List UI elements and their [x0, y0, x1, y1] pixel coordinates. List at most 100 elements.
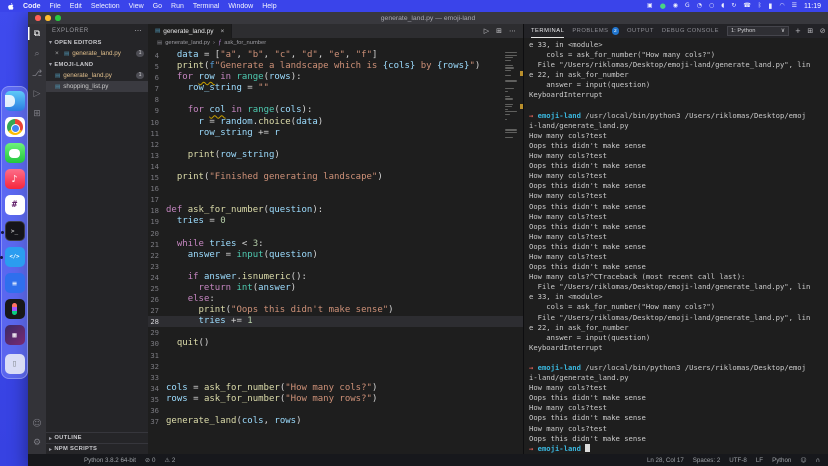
menu-selection[interactable]: Selection — [91, 3, 120, 10]
code-line[interactable]: 16 — [148, 183, 523, 194]
code-line[interactable]: 12 — [148, 139, 523, 150]
clock[interactable]: 11:19 — [804, 3, 821, 10]
code-line[interactable]: 10 r = random.choice(data) — [148, 117, 523, 128]
tab-generate-land[interactable]: ▤ generate_land.py × — [148, 24, 232, 38]
terminal-output[interactable]: e 33, in <module> cols = ask_for_number(… — [524, 38, 828, 454]
record-green-icon[interactable]: ● — [660, 3, 666, 10]
code-line[interactable]: 29 — [148, 327, 523, 338]
search-icon[interactable]: ⌕ — [28, 47, 46, 60]
code-line[interactable]: 15 print("Finished generating landscape"… — [148, 172, 523, 183]
dock-pages[interactable] — [5, 273, 25, 293]
code-line[interactable]: 31 — [148, 350, 523, 361]
spotlight-icon[interactable]: ○ — [709, 3, 714, 9]
statusbar-python-interpreter[interactable]: Python 3.8.2 64-bit — [84, 457, 136, 464]
split-terminal-icon[interactable]: ⊞ — [807, 27, 813, 35]
dock-terminal[interactable] — [5, 221, 25, 241]
file-generate-land-py[interactable]: ×▤generate_land.py1 — [46, 48, 148, 59]
code-line[interactable]: 17 — [148, 194, 523, 205]
code-line[interactable]: 7 row_string = "" — [148, 83, 523, 94]
menu-help[interactable]: Help — [262, 3, 276, 10]
code-line[interactable]: 26 else: — [148, 294, 523, 305]
panel-tab-debug-console[interactable]: DEBUG CONSOLE — [662, 24, 719, 38]
code-line[interactable]: 20 — [148, 228, 523, 239]
code-line[interactable]: 33 — [148, 372, 523, 383]
bluetooth-icon[interactable]: ᛒ — [758, 3, 762, 9]
code-line[interactable]: 25 return int(answer) — [148, 283, 523, 294]
panel-tab-terminal[interactable]: TERMINAL — [531, 24, 564, 38]
code-line[interactable]: 23 — [148, 261, 523, 272]
section-outline[interactable]: ▸OUTLINE — [46, 432, 148, 443]
sync-icon[interactable]: ↻ — [731, 3, 736, 9]
account-icon[interactable]: ☺ — [28, 417, 46, 430]
battery-icon[interactable]: ▮ — [769, 3, 773, 10]
users-icon[interactable]: ◔ — [697, 3, 702, 9]
menu-window[interactable]: Window — [228, 3, 253, 10]
code-line[interactable]: 28 tries += 1 — [148, 316, 523, 327]
dock-chrome[interactable] — [5, 117, 25, 137]
close-window-button[interactable] — [35, 15, 41, 21]
minimize-window-button[interactable] — [45, 15, 51, 21]
code-line[interactable]: 11 row_string += r — [148, 128, 523, 139]
zoom-window-button[interactable] — [55, 15, 61, 21]
code-line[interactable]: 37generate_land(cols, rows) — [148, 416, 523, 427]
breadcrumb[interactable]: ▤ generate_land.py › ƒ ask_for_number — [148, 38, 523, 48]
google-icon[interactable]: G — [685, 3, 690, 9]
settings-icon[interactable]: ⚙ — [28, 436, 46, 449]
code-line[interactable]: 18def ask_for_number(question): — [148, 205, 523, 216]
file-shopping-list-py[interactable]: ▤shopping_list.py — [46, 81, 148, 92]
code-line[interactable]: 5 print(f"Generate a landscape which is … — [148, 61, 523, 72]
menu-run[interactable]: Run — [171, 3, 184, 10]
code-line[interactable]: 21 while tries < 3: — [148, 239, 523, 250]
statusbar-notifications[interactable]: ∩ — [816, 457, 820, 464]
dock-music[interactable] — [5, 169, 25, 189]
run-debug-icon[interactable]: ▷ — [28, 87, 46, 100]
code-line[interactable]: 14 — [148, 161, 523, 172]
code-line[interactable]: 13 print(row_string) — [148, 150, 523, 161]
menu-view[interactable]: View — [129, 3, 144, 10]
more-actions-icon[interactable]: ⋯ — [135, 27, 143, 35]
open-editors-header[interactable]: ▾ OPEN EDITORS — [46, 37, 148, 48]
close-icon[interactable]: × — [55, 50, 61, 57]
dock-messages[interactable] — [5, 143, 25, 163]
statusbar-feedback[interactable]: ☺ — [800, 457, 806, 464]
menu-edit[interactable]: Edit — [70, 3, 82, 10]
dock-slack[interactable] — [5, 195, 25, 215]
dock-figma[interactable] — [5, 299, 25, 319]
dock-vscode[interactable] — [5, 247, 25, 267]
record-icon[interactable]: ◉ — [673, 3, 678, 9]
chat-icon[interactable]: ◖ — [721, 3, 724, 9]
panel-tab-problems[interactable]: PROBLEMS2 — [572, 24, 619, 38]
terminal-picker[interactable]: 1: Python ∨ — [727, 26, 789, 36]
section-npm-scripts[interactable]: ▸NPM SCRIPTS — [46, 443, 148, 454]
dock-media[interactable] — [5, 325, 25, 345]
code-editor[interactable]: 4 data = ["a", "b", "c", "d", "e", "f"]5… — [148, 48, 523, 454]
statusbar-problems-warnings[interactable]: ⚠2 — [164, 457, 175, 464]
statusbar-problems-errors[interactable]: ⊘0 — [145, 457, 155, 464]
statusbar-language-mode[interactable]: Python — [772, 457, 791, 464]
statusbar-cursor-position[interactable]: Ln 28, Col 17 — [647, 457, 684, 464]
code-line[interactable]: 8 — [148, 94, 523, 105]
code-line[interactable]: 22 answer = input(question) — [148, 250, 523, 261]
panel-tab-output[interactable]: OUTPUT — [627, 24, 654, 38]
dock-finder[interactable] — [5, 91, 25, 111]
dock-trash[interactable] — [5, 354, 25, 374]
code-line[interactable]: 32 — [148, 361, 523, 372]
code-line[interactable]: 36 — [148, 405, 523, 416]
statusbar-indentation[interactable]: Spaces: 2 — [693, 457, 721, 464]
apple-menu-icon[interactable] — [7, 2, 14, 11]
code-line[interactable]: 35rows = ask_for_number("How many rows?"… — [148, 394, 523, 405]
screen-mirroring-icon[interactable]: ▣ — [647, 3, 653, 9]
menu-terminal[interactable]: Terminal — [193, 3, 219, 10]
code-line[interactable]: 19 tries = 0 — [148, 216, 523, 227]
menu-go[interactable]: Go — [153, 3, 162, 10]
code-line[interactable]: 9 for col in range(cols): — [148, 105, 523, 116]
source-control-icon[interactable]: ⎇ — [28, 67, 46, 80]
control-center-icon[interactable]: ☰ — [792, 3, 797, 9]
new-terminal-icon[interactable]: + — [795, 27, 801, 35]
code-line[interactable]: 30 quit() — [148, 338, 523, 349]
code-line[interactable]: 4 data = ["a", "b", "c", "d", "e", "f"] — [148, 50, 523, 61]
wifi-icon[interactable]: ◠ — [779, 3, 784, 9]
close-tab-icon[interactable]: × — [220, 28, 224, 35]
more-actions-icon[interactable]: ⋯ — [509, 27, 516, 35]
file-generate-land-py[interactable]: ▤generate_land.py1 — [46, 70, 148, 81]
